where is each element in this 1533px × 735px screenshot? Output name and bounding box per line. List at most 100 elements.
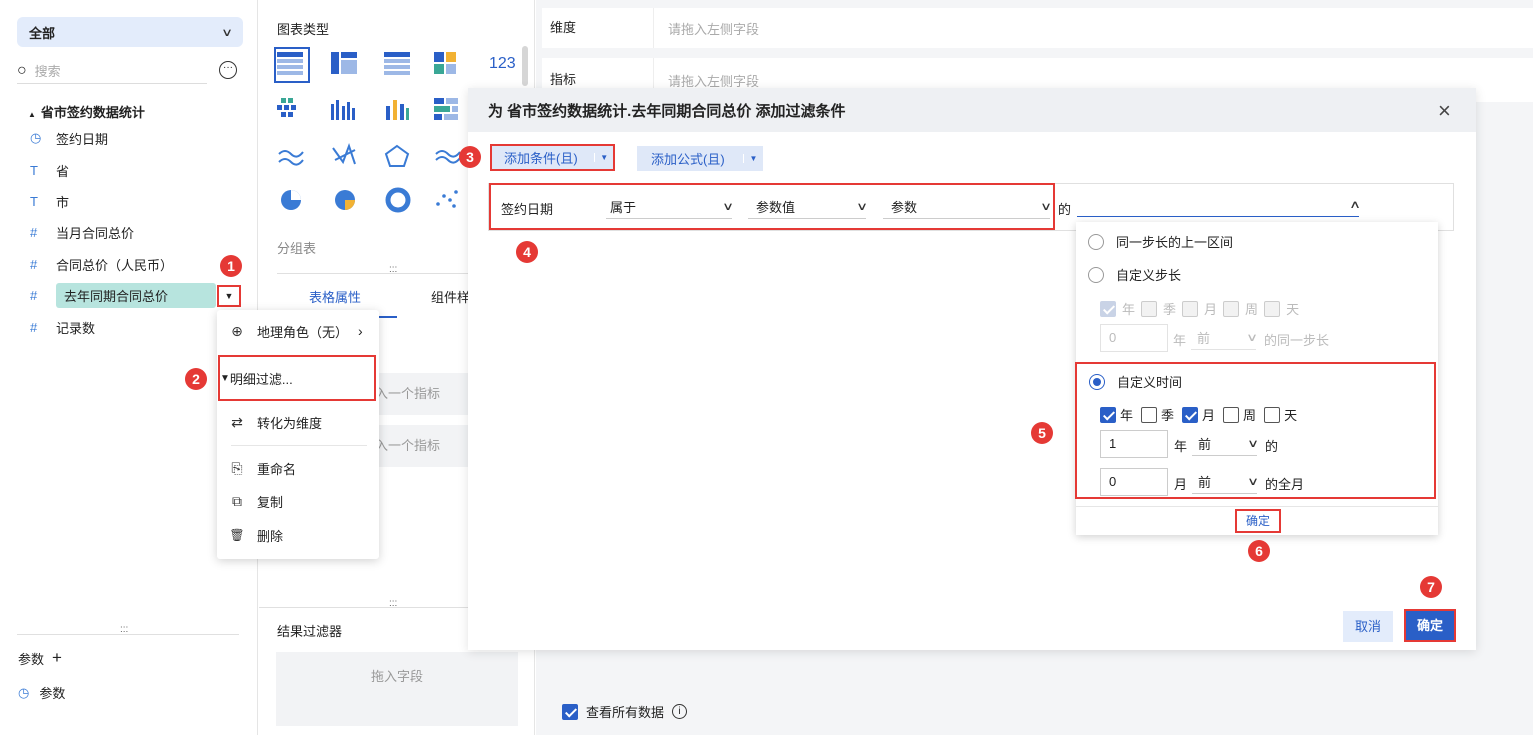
of-label: 的 bbox=[1058, 202, 1072, 217]
pie-chart-icon[interactable] bbox=[281, 190, 301, 210]
add-condition-button[interactable]: 添加条件(且) ▼ bbox=[490, 144, 615, 171]
metric-drop-zone[interactable]: 入一个指标 bbox=[369, 425, 469, 467]
menu-item-label: 地理角色（无） bbox=[257, 324, 349, 340]
menu-item-geo-role[interactable]: ⊕ 地理角色（无） › bbox=[217, 316, 379, 346]
close-icon[interactable]: × bbox=[1438, 98, 1451, 124]
unit-checkbox[interactable] bbox=[1223, 406, 1240, 423]
donut-chart-icon[interactable] bbox=[385, 187, 411, 213]
add-formula-label: 添加公式(且) bbox=[651, 152, 725, 167]
year-direction-select[interactable]: 前 ∨ bbox=[1192, 432, 1259, 456]
field-row-selected[interactable]: # 去年同期合同总价 bbox=[30, 282, 216, 308]
line-chart-icon[interactable] bbox=[278, 150, 304, 166]
year-unit-label: 年 bbox=[1174, 439, 1188, 454]
menu-item-detail-filter[interactable]: ▼ 明细过滤... bbox=[218, 355, 376, 401]
tab-table-attr[interactable]: 表格属性 bbox=[309, 287, 361, 306]
caret-down-icon[interactable]: ▼ bbox=[743, 154, 763, 163]
menu-item-convert-dimension[interactable]: ⇄ 转化为维度 bbox=[217, 407, 379, 437]
rose-chart-icon[interactable] bbox=[335, 190, 355, 210]
month-unit-label: 月 bbox=[1174, 477, 1188, 492]
ok-button[interactable]: 确定 bbox=[1404, 609, 1456, 642]
param-select[interactable]: 参数 ∨ bbox=[883, 195, 1052, 219]
param-item[interactable]: ◷ 参数 bbox=[18, 683, 65, 702]
add-formula-button[interactable]: 添加公式(且) ▼ bbox=[637, 146, 763, 171]
add-param-icon[interactable]: + bbox=[52, 648, 62, 668]
table-chart-icon[interactable] bbox=[274, 47, 310, 83]
chevron-down-icon: ∨ bbox=[220, 26, 234, 39]
dialog-title: 为 省市签约数据统计.去年同期合同总价 添加过滤条件 bbox=[488, 102, 846, 120]
field-dropdown-button[interactable]: ▼ bbox=[217, 285, 241, 307]
option-custom-step[interactable]: 自定义步长 bbox=[1088, 265, 1181, 284]
step-badge-4: 4 bbox=[516, 241, 538, 263]
option-custom-time[interactable]: 自定义时间 bbox=[1089, 372, 1182, 391]
search-input[interactable]: ○ 搜索 bbox=[17, 58, 207, 84]
caret-down-icon[interactable]: ▼ bbox=[594, 153, 613, 162]
unit-checkbox[interactable] bbox=[1100, 406, 1116, 423]
menu-item-copy[interactable]: ⧉ 复制 bbox=[217, 486, 379, 516]
year-offset-input[interactable]: 1 bbox=[1100, 430, 1168, 458]
tab-component-style[interactable]: 组件样 bbox=[431, 287, 470, 306]
radio-icon[interactable] bbox=[1088, 266, 1104, 283]
field-row[interactable]: # 合同总价（人民币） bbox=[30, 253, 173, 275]
range-line-icon[interactable] bbox=[332, 143, 356, 165]
divider bbox=[277, 273, 489, 274]
unit-checkbox[interactable] bbox=[1182, 406, 1199, 423]
dimension-drop-zone[interactable]: 请拖入左侧字段 bbox=[654, 19, 759, 38]
number-field-icon: # bbox=[30, 224, 38, 240]
scrollbar[interactable] bbox=[522, 46, 528, 86]
step-badge-6: 6 bbox=[1248, 540, 1270, 562]
month-offset-input[interactable]: 0 bbox=[1100, 468, 1168, 496]
number-card-icon[interactable]: 123 bbox=[489, 55, 516, 72]
unit-checkbox[interactable] bbox=[1264, 406, 1281, 423]
unit-checkbox bbox=[1100, 300, 1116, 317]
text-field-icon: T bbox=[30, 162, 38, 178]
menu-item-delete[interactable]: 🗑 删除 bbox=[217, 520, 379, 550]
view-all-checkbox[interactable] bbox=[562, 703, 578, 720]
time-range-select[interactable]: ∧ bbox=[1077, 193, 1361, 217]
field-drop-zone[interactable]: 拖入字段 bbox=[276, 652, 518, 726]
dataset-header[interactable]: ▲ 省市签约数据统计 bbox=[28, 102, 145, 121]
bar-chart-icon[interactable] bbox=[386, 100, 409, 120]
dot-matrix-icon[interactable] bbox=[277, 98, 296, 117]
cross-table-icon[interactable] bbox=[331, 52, 357, 74]
month-direction-select[interactable]: 前 ∨ bbox=[1192, 470, 1259, 494]
scope-select[interactable]: 全部 ∨ bbox=[17, 17, 243, 47]
radio-icon[interactable] bbox=[1089, 373, 1105, 390]
metric-drop-zone[interactable]: 请拖入左侧字段 bbox=[654, 71, 759, 90]
operator-select[interactable]: 属于 ∨ bbox=[606, 195, 734, 219]
stacked-bar-icon[interactable] bbox=[434, 98, 458, 120]
chart-type-label: 图表类型 bbox=[277, 22, 330, 37]
month-suffix: 的全月 bbox=[1265, 477, 1305, 492]
cancel-button[interactable]: 取消 bbox=[1343, 611, 1393, 642]
radio-icon[interactable] bbox=[1088, 233, 1104, 250]
scope-select-value: 全部 bbox=[29, 25, 56, 41]
popup-confirm-button[interactable]: 确定 bbox=[1235, 509, 1281, 533]
dimension-label: 维度 bbox=[542, 8, 654, 48]
more-options-icon[interactable]: ··· bbox=[219, 61, 237, 79]
divider bbox=[1076, 506, 1438, 507]
menu-item-label: 明细过滤... bbox=[229, 371, 293, 387]
field-row[interactable]: ◷ 签约日期 bbox=[30, 127, 108, 149]
unit-label: 年 bbox=[1122, 302, 1136, 317]
area-chart-icon[interactable] bbox=[435, 150, 461, 164]
field-row[interactable]: # 记录数 bbox=[30, 316, 95, 338]
menu-item-rename[interactable]: ⎘ 重命名 bbox=[217, 453, 379, 483]
metric-drop-zone[interactable]: 入一个指标 bbox=[369, 373, 469, 415]
field-label: 记录数 bbox=[56, 320, 96, 336]
trash-icon: 🗑 bbox=[229, 528, 245, 542]
option-previous-interval[interactable]: 同一步长的上一区间 bbox=[1088, 232, 1233, 251]
view-all-data-toggle[interactable]: 查看所有数据 i bbox=[562, 702, 688, 721]
field-row[interactable]: T市 bbox=[30, 190, 69, 212]
grouped-bar-icon[interactable] bbox=[331, 100, 355, 120]
radar-chart-icon[interactable] bbox=[384, 144, 410, 167]
detail-table-icon[interactable] bbox=[384, 52, 410, 75]
unit-checkbox[interactable] bbox=[1141, 406, 1158, 423]
field-row[interactable]: T省 bbox=[30, 159, 69, 181]
scatter-chart-icon[interactable] bbox=[436, 190, 458, 210]
step-value-input: 0 bbox=[1100, 324, 1168, 352]
field-row[interactable]: # 当月合同总价 bbox=[30, 221, 134, 243]
menu-item-label: 删除 bbox=[257, 528, 284, 544]
value-type-select[interactable]: 参数值 ∨ bbox=[748, 195, 868, 219]
step-direction-value: 前 bbox=[1197, 331, 1211, 346]
field-label: 签约日期 bbox=[56, 131, 109, 147]
kpi-block-icon[interactable] bbox=[434, 52, 456, 74]
